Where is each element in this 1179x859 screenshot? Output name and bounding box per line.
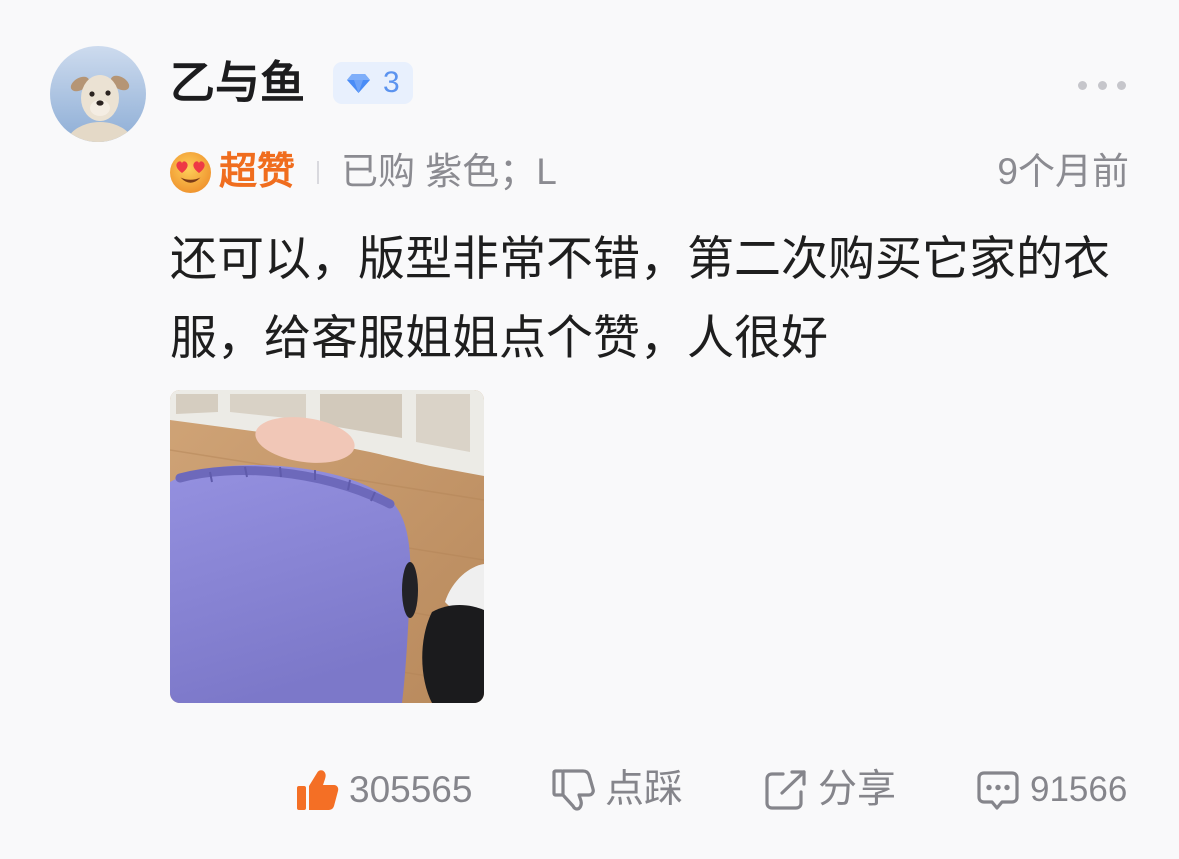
diamond-icon [347,74,370,93]
dislike-label: 点踩 [605,768,684,811]
share-label: 分享 [818,768,897,811]
like-button[interactable]: 305565 [295,768,472,812]
comment-icon [977,771,1019,810]
heart-eyes-emoji-icon [169,151,212,194]
like-count: 305565 [349,769,473,810]
review-time: 9个月前 [997,151,1129,192]
thumbs-down-icon [552,769,595,811]
share-icon [765,770,806,810]
rating-label: 超赞 [219,151,296,193]
avatar-image [50,46,146,142]
dislike-button[interactable]: 点踩 [550,768,683,812]
user-level-badge[interactable]: 3 [333,62,413,104]
purchase-info: 已购 紫色；L [341,151,557,192]
more-icon[interactable] [1074,77,1130,95]
comment-count: 91566 [1030,770,1128,809]
username[interactable]: 乙与鱼 [170,59,305,107]
user-level: 3 [383,66,400,99]
review-text: 还可以，版型非常不错，第二次购买它家的衣服，给客服姐姐点个赞，人很好 [170,232,1110,364]
thumbs-up-icon [297,770,339,810]
comment-button[interactable]: 91566 [976,768,1127,812]
divider [317,161,319,184]
user-avatar[interactable] [50,46,146,142]
review-photo[interactable] [170,390,484,703]
share-button[interactable]: 分享 [764,768,896,812]
